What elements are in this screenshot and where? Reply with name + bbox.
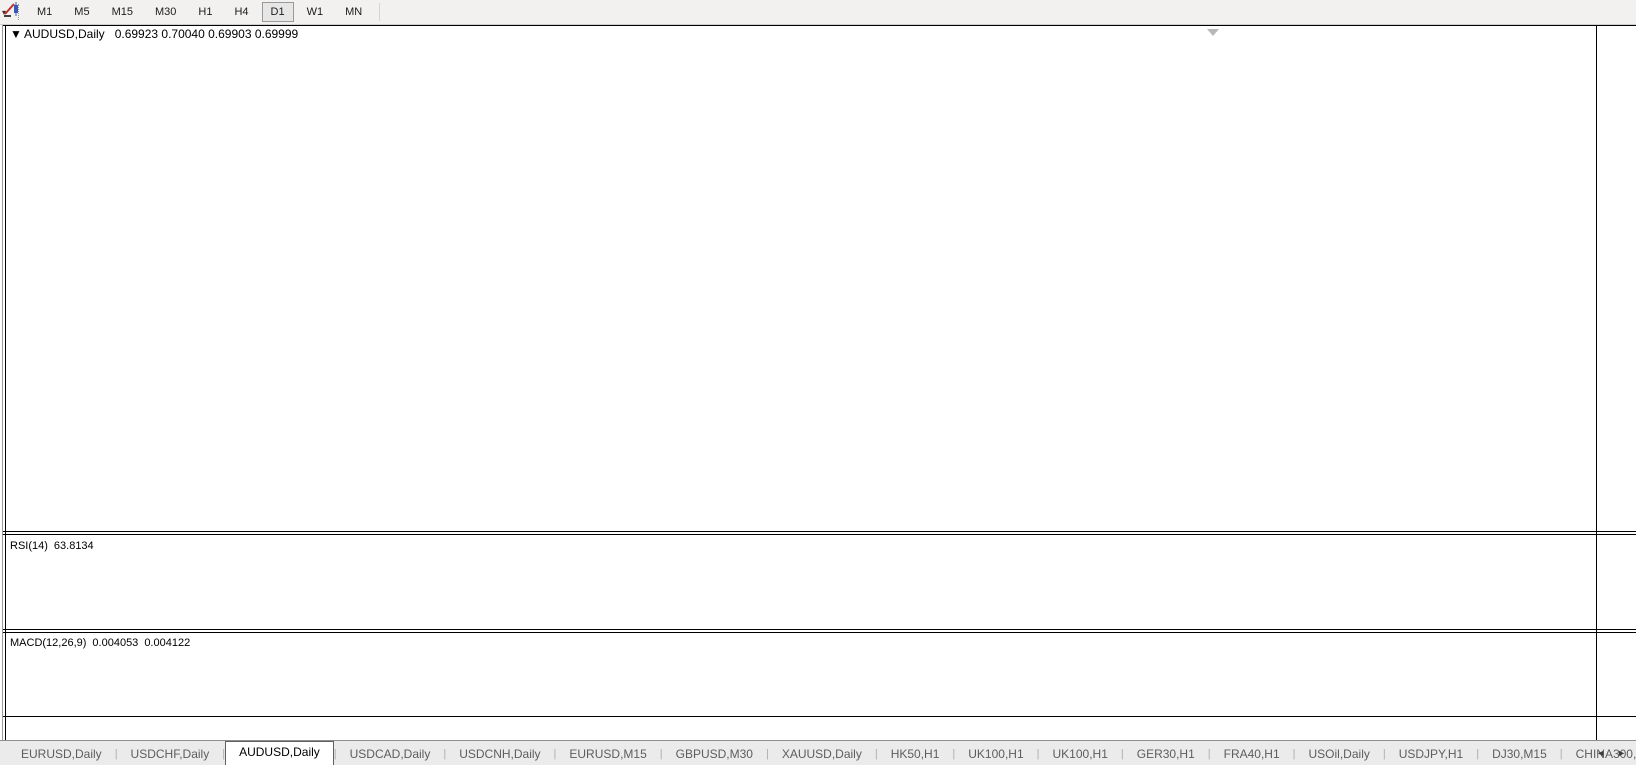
tab-dj30-m15[interactable]: DJ30,M15 — [1479, 744, 1560, 765]
pane-borders — [0, 25, 1636, 740]
mt4-window: ▾ M1M5M15M30H1H4D1W1MN 10070300 0.015740… — [0, 0, 1636, 765]
tab-eurusd-daily[interactable]: EURUSD,Daily — [8, 744, 115, 765]
chart-tool-icon[interactable] — [2, 0, 24, 18]
timeframe-toolbar: ▾ M1M5M15M30H1H4D1W1MN — [0, 0, 1636, 25]
chart-tabs: EURUSD,Daily|USDCHF,Daily|AUDUSD,Daily|U… — [0, 740, 1636, 765]
tab-usdcad-daily[interactable]: USDCAD,Daily — [337, 744, 444, 765]
macd-main-value: 0.004053 — [92, 637, 138, 649]
tab-uk100-h1[interactable]: UK100,H1 — [955, 744, 1036, 765]
tab-uk100-h1[interactable]: UK100,H1 — [1040, 744, 1121, 765]
timeframe-button-m1[interactable]: M1 — [28, 2, 61, 22]
tab-gbpusd-m30[interactable]: GBPUSD,M30 — [663, 744, 766, 765]
timeframe-button-m5[interactable]: M5 — [65, 2, 98, 22]
macd-signal-value: 0.004122 — [144, 637, 190, 649]
tab-eurusd-m15[interactable]: EURUSD,M15 — [556, 744, 659, 765]
timeframe-button-m30[interactable]: M30 — [146, 2, 185, 22]
timeframe-button-m15[interactable]: M15 — [103, 2, 142, 22]
tab-scroll-right-icon[interactable]: ► — [1617, 748, 1626, 758]
tab-ger30-h1[interactable]: GER30,H1 — [1124, 744, 1208, 765]
timeframe-button-h4[interactable]: H4 — [225, 2, 257, 22]
chart-title: AUDUSD,Daily 0.69923 0.70040 0.69903 0.69… — [24, 27, 299, 41]
timeframe-button-h1[interactable]: H1 — [189, 2, 221, 22]
tab-scroll-arrows: ◄ ► — [1596, 748, 1626, 758]
tab-usdchf-daily[interactable]: USDCHF,Daily — [118, 744, 223, 765]
macd-label: MACD(12,26,9) 0.004053 0.004122 — [10, 637, 190, 649]
tab-xauusd-daily[interactable]: XAUUSD,Daily — [769, 744, 875, 765]
chart-title-ohlc: 0.69923 0.70040 0.69903 0.69999 — [115, 27, 299, 41]
collapse-caret-icon[interactable]: ▼ — [10, 27, 22, 41]
macd-name: MACD(12,26,9) — [10, 637, 86, 649]
timeframe-button-w1[interactable]: W1 — [298, 2, 333, 22]
chart-title-symbol: AUDUSD,Daily — [24, 27, 105, 41]
timeframe-button-d1[interactable]: D1 — [262, 2, 294, 22]
tab-list: EURUSD,Daily|USDCHF,Daily|AUDUSD,Daily|U… — [8, 741, 1636, 765]
chart-area[interactable]: 10070300 0.015740.00-0.02441 0.711900.70… — [0, 0, 1636, 765]
tab-usdjpy-h1[interactable]: USDJPY,H1 — [1386, 744, 1476, 765]
timeframe-buttons: M1M5M15M30H1H4D1W1MN — [26, 2, 373, 22]
tab-usdcnh-daily[interactable]: USDCNH,Daily — [446, 744, 553, 765]
tab-audusd-daily[interactable]: AUDUSD,Daily — [225, 741, 334, 765]
rsi-name: RSI(14) — [10, 540, 48, 552]
tab-fra40-h1[interactable]: FRA40,H1 — [1211, 744, 1293, 765]
toolbar-separator — [379, 3, 380, 21]
rsi-value: 63.8134 — [54, 540, 94, 552]
timeframe-button-mn[interactable]: MN — [336, 2, 371, 22]
tab-scroll-left-icon[interactable]: ◄ — [1596, 748, 1605, 758]
tab-hk50-h1[interactable]: HK50,H1 — [878, 744, 953, 765]
tab-usoil-daily[interactable]: USOil,Daily — [1296, 744, 1383, 765]
